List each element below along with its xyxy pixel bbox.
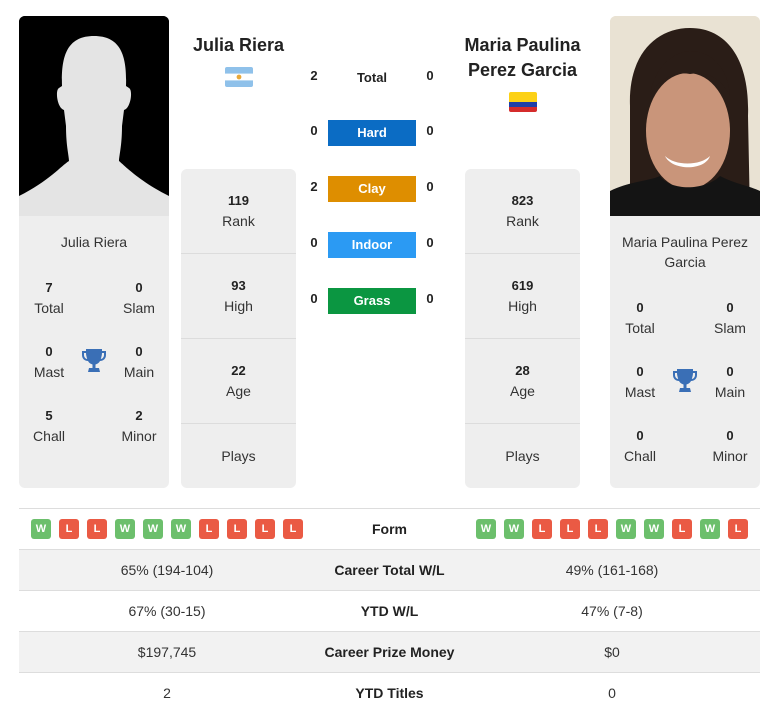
- form-loss-badge[interactable]: L: [560, 519, 580, 539]
- h2h-total-right: 0: [426, 68, 434, 83]
- player-photo-left[interactable]: [19, 16, 169, 216]
- row-label: Career Total W/L: [334, 562, 445, 578]
- h2h-grass-right: 0: [426, 291, 434, 306]
- table-row: 65% (194-104) Career Total W/L 49% (161-…: [19, 550, 760, 591]
- stat-age: 28 Age: [465, 339, 580, 424]
- player-portrait-image: [610, 16, 760, 216]
- stats-column-left: 119 Rank 93 High 22 Age Plays: [181, 169, 296, 488]
- form-win-badge[interactable]: W: [700, 519, 720, 539]
- right-value: 0: [608, 685, 616, 701]
- stat-plays: Plays: [221, 448, 256, 464]
- trophy-icon: [673, 367, 697, 393]
- left-value: $197,745: [137, 644, 197, 660]
- row-label: YTD W/L: [360, 603, 419, 619]
- left-value: 65% (194-104): [120, 562, 214, 578]
- h2h-clay-left: 2: [310, 179, 318, 194]
- form-win-badge[interactable]: W: [616, 519, 636, 539]
- stat-age: 22 Age: [181, 339, 296, 424]
- form-loss-badge[interactable]: L: [588, 519, 608, 539]
- player-name-right[interactable]: Maria Paulina Perez Garcia: [452, 33, 593, 83]
- surface-grass-badge[interactable]: Grass: [328, 288, 416, 314]
- titles-slam: 0 Slam: [123, 280, 155, 316]
- player-card-right: Maria Paulina Perez Garcia 0 Total 0 Sla…: [610, 216, 760, 488]
- form-row: WLLWWWLLLL Form WWLLLWWLWL: [19, 509, 760, 550]
- form-loss-badge[interactable]: L: [227, 519, 247, 539]
- titles-total: 7 Total: [34, 280, 64, 316]
- titles-minor: 2 Minor: [121, 408, 157, 444]
- titles-chall: 5 Chall: [33, 408, 65, 444]
- table-row: 67% (30-15) YTD W/L 47% (7-8): [19, 591, 760, 632]
- player-card-name: Julia Riera: [60, 234, 128, 250]
- colombia-flag-icon: [509, 92, 537, 112]
- titles-slam: 0 Slam: [714, 300, 746, 336]
- form-loss-badge[interactable]: L: [255, 519, 275, 539]
- stat-plays: Plays: [505, 448, 540, 464]
- form-loss-badge[interactable]: L: [532, 519, 552, 539]
- comparison-table: WLLWWWLLLL Form WWLLLWWLWL 65% (194-104)…: [19, 508, 760, 714]
- stat-rank: 823 Rank: [465, 169, 580, 254]
- row-label: Career Prize Money: [324, 644, 455, 660]
- form-win-badge[interactable]: W: [115, 519, 135, 539]
- surface-hard-badge[interactable]: Hard: [328, 120, 416, 146]
- player-card-name: Maria Paulina Perez Garcia: [621, 234, 749, 270]
- h2h-clay-right: 0: [426, 179, 434, 194]
- form-loss-badge[interactable]: L: [728, 519, 748, 539]
- form-loss-badge[interactable]: L: [59, 519, 79, 539]
- form-loss-badge[interactable]: L: [87, 519, 107, 539]
- silhouette-icon: [19, 16, 169, 216]
- table-row: $197,745 Career Prize Money $0: [19, 632, 760, 673]
- stat-rank: 119 Rank: [181, 169, 296, 254]
- titles-total: 0 Total: [625, 300, 655, 336]
- form-loss-badge[interactable]: L: [283, 519, 303, 539]
- titles-mast: 0 Mast: [624, 364, 656, 400]
- h2h-hard-right: 0: [426, 123, 434, 138]
- form-loss-badge[interactable]: L: [199, 519, 219, 539]
- titles-main: 0 Main: [714, 364, 746, 400]
- row-label: YTD Titles: [355, 685, 424, 701]
- h2h-indoor-left: 0: [310, 235, 318, 250]
- argentina-flag-icon: [225, 67, 253, 87]
- player-card-left: Julia Riera 7 Total 0 Slam 0 Mast 0 Main…: [19, 216, 169, 488]
- form-win-badge[interactable]: W: [171, 519, 191, 539]
- trophy-icon: [82, 347, 106, 373]
- form-win-badge[interactable]: W: [476, 519, 496, 539]
- right-value: $0: [604, 644, 620, 660]
- form-win-badge[interactable]: W: [31, 519, 51, 539]
- form-left: WLLWWWLLLL: [31, 519, 303, 539]
- surface-indoor-badge[interactable]: Indoor: [328, 232, 416, 258]
- h2h-grass-left: 0: [310, 291, 318, 306]
- stats-column-right: 823 Rank 619 High 28 Age Plays: [465, 169, 580, 488]
- player-photo-right[interactable]: [610, 16, 760, 216]
- surface-clay-badge[interactable]: Clay: [328, 176, 416, 202]
- stat-high: 93 High: [181, 254, 296, 339]
- stat-high: 619 High: [465, 254, 580, 339]
- table-row: 2 YTD Titles 0: [19, 673, 760, 714]
- right-value: 49% (161-168): [565, 562, 659, 578]
- form-loss-badge[interactable]: L: [672, 519, 692, 539]
- form-win-badge[interactable]: W: [143, 519, 163, 539]
- form-win-badge[interactable]: W: [644, 519, 664, 539]
- h2h-indoor-right: 0: [426, 235, 434, 250]
- h2h-total-label: Total: [356, 70, 388, 85]
- player-name-left[interactable]: Julia Riera: [181, 33, 296, 58]
- h2h-total-left: 2: [310, 68, 318, 83]
- titles-minor: 0 Minor: [712, 428, 748, 464]
- titles-mast: 0 Mast: [33, 344, 65, 380]
- form-right: WWLLLWWLWL: [476, 519, 748, 539]
- h2h-hard-left: 0: [310, 123, 318, 138]
- row-label: Form: [372, 521, 407, 537]
- form-win-badge[interactable]: W: [504, 519, 524, 539]
- titles-chall: 0 Chall: [624, 428, 656, 464]
- right-value: 47% (7-8): [581, 603, 643, 619]
- left-value: 67% (30-15): [128, 603, 206, 619]
- titles-main: 0 Main: [123, 344, 155, 380]
- left-value: 2: [163, 685, 171, 701]
